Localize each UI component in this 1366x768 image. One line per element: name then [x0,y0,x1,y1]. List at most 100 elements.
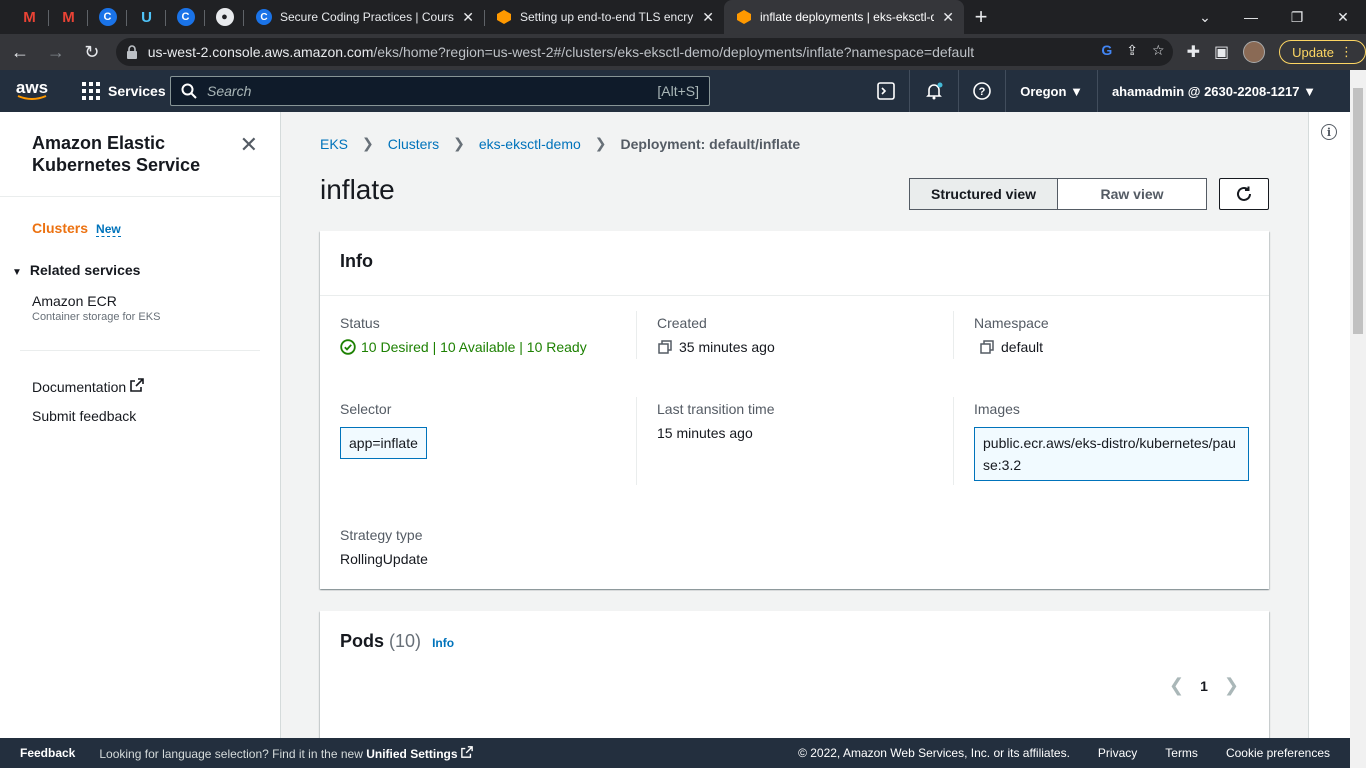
new-tab-button[interactable]: + [964,0,998,34]
cloudshell-icon[interactable] [863,70,909,112]
sidebar-title[interactable]: Amazon Elastic Kubernetes Service [32,132,212,176]
search-placeholder: Search [207,83,252,99]
pinned-tab-c[interactable]: C [88,0,127,34]
close-icon[interactable]: ✕ [942,9,954,26]
services-menu[interactable]: Services [82,82,166,100]
info-icon[interactable]: i [1321,124,1337,140]
caret-down-icon: ▼ [1070,83,1083,99]
aws-logo[interactable]: aws [0,70,64,112]
restore-icon[interactable]: ❐ [1274,0,1320,34]
aws-icon [736,9,752,25]
breadcrumb-eks[interactable]: EKS [320,136,348,152]
terms-link[interactable]: Terms [1165,746,1198,760]
images-chip: public.ecr.aws/eks-distro/kubernetes/pau… [974,427,1249,481]
window-controls: ⌄ — ❐ ✕ [1182,0,1366,34]
sidebar-item-documentation[interactable]: Documentation [32,378,144,395]
transition-value: 15 minutes ago [657,425,753,441]
chevron-right-icon[interactable]: ❯ [1224,675,1239,696]
region-selector[interactable]: Oregon ▼ [1005,70,1097,112]
aws-logo-text: aws [15,78,49,97]
sidebar-item-ecr[interactable]: Amazon ECR [32,293,117,309]
images-label: Images [974,401,1020,417]
pinned-tab-gmail-2[interactable]: M [49,0,88,34]
google-icon[interactable]: G [1101,42,1112,59]
more-vert-icon: ⋮ [1340,44,1354,59]
window-close-icon[interactable]: ✕ [1320,0,1366,34]
chevron-left-icon[interactable]: ❮ [1169,675,1184,696]
browser-tab[interactable]: Setting up end-to-end TLS encry ✕ [484,0,724,34]
tab-title: Setting up end-to-end TLS encry [520,10,694,24]
close-icon[interactable]: ✕ [702,9,714,26]
u-icon: U [141,8,152,26]
close-icon[interactable]: ✕ [462,9,474,26]
namespace-label: Namespace [974,315,1049,331]
chevron-right-icon: ❯ [453,135,465,151]
new-badge: New [96,222,121,237]
page-scrollbar[interactable] [1350,70,1366,768]
selector-chip: app=inflate [340,427,427,459]
share-icon[interactable]: ⇪ [1126,42,1138,59]
close-icon[interactable]: ✕ [240,132,258,158]
sidebar-item-ecr-description: Container storage for EKS [32,311,161,323]
url-field[interactable]: us-west-2.console.aws.amazon.com/eks/hom… [115,38,1173,66]
help-icon[interactable]: ? [958,70,1005,112]
created-text: 35 minutes ago [679,339,775,355]
avatar[interactable] [1243,41,1266,63]
structured-view-button[interactable]: Structured view [909,178,1058,210]
raw-view-button[interactable]: Raw view [1058,178,1207,210]
reload-icon[interactable]: ↻ [76,36,108,68]
browser-tab[interactable]: C Secure Coding Practices | Course ✕ [244,0,484,34]
gmail-icon: M [23,8,36,26]
status-value: 10 Desired | 10 Available | 10 Ready [340,339,587,355]
account-label: ahamadmin @ 2630-2208-1217 [1111,83,1300,99]
breadcrumb-current: Deployment: default/inflate [620,135,801,152]
bookmark-star-icon[interactable]: ☆ [1152,42,1165,59]
forward-arrow-icon[interactable]: → [40,36,72,68]
sidebar-divider [20,350,260,351]
pods-count: (10) [389,631,422,651]
c-icon: C [256,9,272,25]
pinned-tab-gmail[interactable]: M [10,0,49,34]
sidebar-item-submit-feedback[interactable]: Submit feedback [32,408,136,424]
breadcrumb-cluster[interactable]: eks-eksctl-demo [479,136,581,152]
account-menu[interactable]: ahamadmin @ 2630-2208-1217 ▼ [1096,70,1330,112]
page-number[interactable]: 1 [1200,678,1208,694]
back-arrow-icon[interactable]: ← [4,36,36,68]
pinned-tab-c-2[interactable]: C [166,0,205,34]
search-input[interactable]: Search [Alt+S] [170,76,710,106]
aws-smile-icon [17,95,47,100]
privacy-link[interactable]: Privacy [1098,746,1137,760]
browser-tab-active[interactable]: inflate deployments | eks-eksctl-d ✕ [724,0,964,34]
refresh-button[interactable] [1219,178,1269,210]
breadcrumb-clusters[interactable]: Clusters [388,136,439,152]
images-field: Images public.ecr.aws/eks-distro/kuberne… [974,401,1249,481]
svg-text:?: ? [979,86,986,98]
side-panel-icon[interactable]: ▣ [1214,42,1229,62]
aws-top-nav: aws Services Search [Alt+S] ? Oregon ▼ a… [0,70,1350,112]
pinned-tab-github[interactable]: ● [205,0,244,34]
notifications-bell-icon[interactable] [909,70,958,112]
pods-info-link[interactable]: Info [432,636,454,650]
minimize-icon[interactable]: — [1228,0,1274,34]
side-navigation: Amazon Elastic Kubernetes Service ✕ Clus… [0,112,281,738]
copy-icon[interactable] [979,339,995,355]
nav-right: ? Oregon ▼ ahamadmin @ 2630-2208-1217 ▼ [863,70,1330,112]
scrollbar-thumb[interactable] [1353,88,1363,334]
pinned-tab-u[interactable]: U [127,0,166,34]
column-divider [636,311,637,359]
extensions-icon[interactable]: ✚ [1187,42,1200,62]
related-services-toggle[interactable]: ▼ Related services [12,262,140,278]
copyright-text: © 2022, Amazon Web Services, Inc. or its… [798,746,1070,760]
copy-icon[interactable] [657,339,673,355]
unified-settings-link[interactable]: Unified Settings [366,747,457,761]
region-label: Oregon [1020,83,1067,99]
status-text: 10 Desired | 10 Available | 10 Ready [361,339,587,355]
created-field: Created 35 minutes ago [657,315,775,355]
tab-search-icon[interactable]: ⌄ [1182,0,1228,34]
search-shortcut: [Alt+S] [657,83,699,99]
sidebar-item-clusters[interactable]: Clusters New [32,220,121,237]
update-button[interactable]: Update ⋮ [1279,40,1366,64]
url-host: us-west-2.console.aws.amazon.com [147,44,374,60]
cookie-preferences-link[interactable]: Cookie preferences [1226,746,1330,760]
feedback-link[interactable]: Feedback [20,746,75,760]
